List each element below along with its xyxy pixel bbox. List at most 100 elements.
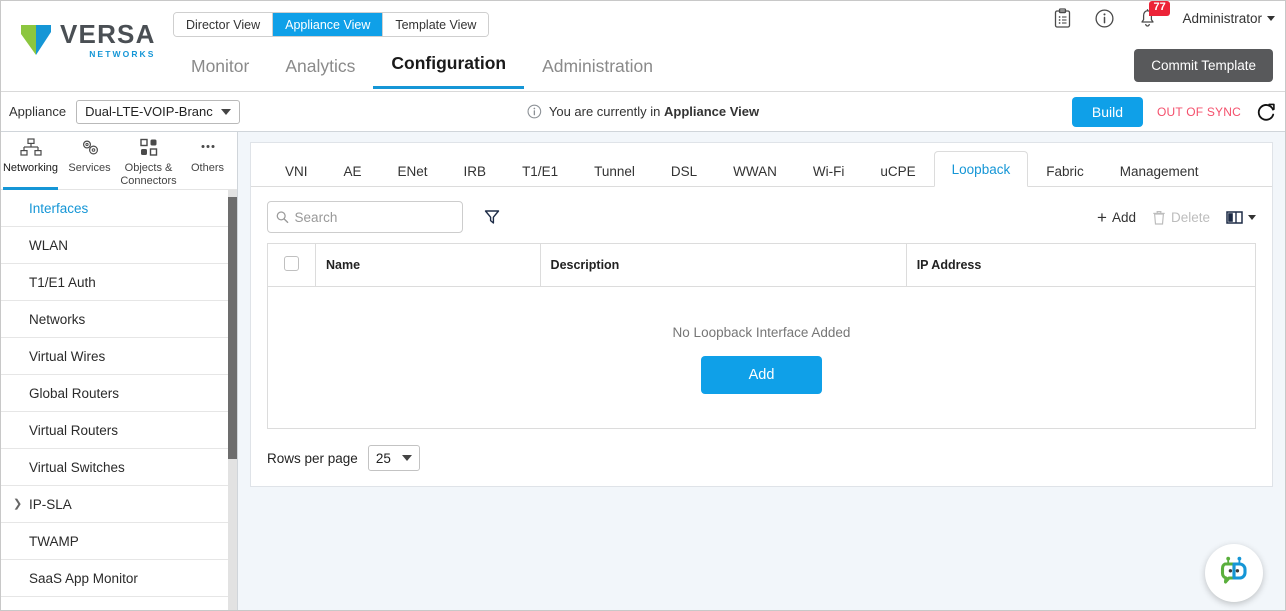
tab-vni[interactable]: VNI bbox=[267, 154, 326, 187]
column-header-ip-address[interactable]: IP Address bbox=[906, 243, 1256, 287]
delete-button[interactable]: Delete bbox=[1152, 210, 1210, 225]
trash-icon bbox=[1153, 210, 1165, 225]
left-sidebar: Networking Services Objects & Connectors… bbox=[1, 132, 238, 610]
sidebar-item-label: Interfaces bbox=[29, 200, 89, 216]
tab-ucpe[interactable]: uCPE bbox=[862, 154, 933, 187]
nav-analytics[interactable]: Analytics bbox=[267, 56, 373, 89]
tab-fabric[interactable]: Fabric bbox=[1028, 154, 1102, 187]
search-box[interactable] bbox=[267, 201, 463, 233]
column-header-name[interactable]: Name bbox=[315, 243, 541, 287]
network-topology-icon bbox=[19, 138, 42, 156]
tab-ae[interactable]: AE bbox=[326, 154, 380, 187]
sidebar-item-networks[interactable]: Networks bbox=[1, 301, 237, 338]
rows-per-page-select[interactable]: 25 bbox=[367, 445, 420, 471]
sidebar-item-global-routers[interactable]: Global Routers bbox=[1, 375, 237, 412]
user-menu-label: Administrator bbox=[1182, 10, 1262, 26]
logo-subtext: NETWORKS bbox=[89, 49, 156, 59]
appliance-label: Appliance bbox=[9, 104, 67, 119]
chatbot-launcher[interactable] bbox=[1205, 544, 1263, 602]
versa-director-app: VERSA NETWORKS Director View Appliance V… bbox=[0, 0, 1286, 611]
sidebar-nav-list: Interfaces WLAN T1/E1 Auth Networks Virt… bbox=[1, 190, 237, 610]
tab-tunnel[interactable]: Tunnel bbox=[576, 154, 653, 187]
filter-funnel-icon[interactable] bbox=[483, 208, 501, 226]
rows-per-page-label: Rows per page bbox=[267, 450, 358, 466]
sidebar-item-t1e1-auth[interactable]: T1/E1 Auth bbox=[1, 264, 237, 301]
delete-button-label: Delete bbox=[1170, 209, 1210, 225]
sidebar-item-ip-sla[interactable]: ❯ IP-SLA bbox=[1, 486, 237, 523]
table-wrapper: Name Description IP Address No Loopback … bbox=[251, 243, 1272, 429]
sidebar-item-interfaces[interactable]: Interfaces bbox=[1, 190, 237, 227]
tab-t1e1[interactable]: T1/E1 bbox=[504, 154, 576, 187]
plus-icon: + bbox=[1097, 207, 1107, 227]
appliance-select[interactable]: Dual-LTE-VOIP-Branc bbox=[76, 99, 240, 124]
search-icon bbox=[276, 211, 289, 224]
sidebar-item-label: Global Routers bbox=[29, 385, 120, 401]
sidebar-item-label: Networks bbox=[29, 311, 86, 327]
empty-state: No Loopback Interface Added Add bbox=[268, 287, 1256, 429]
sidebar-item-virtual-wires[interactable]: Virtual Wires bbox=[1, 338, 237, 375]
commit-template-button[interactable]: Commit Template bbox=[1134, 49, 1273, 82]
tab-irb[interactable]: IRB bbox=[446, 154, 505, 187]
table-toolbar: + Add Delete bbox=[251, 187, 1272, 243]
column-header-description[interactable]: Description bbox=[540, 243, 907, 287]
sidebar-item-wlan[interactable]: WLAN bbox=[1, 227, 237, 264]
interface-tabs: VNI AE ENet IRB T1/E1 Tunnel DSL WWAN Wi… bbox=[251, 143, 1272, 187]
table-pager: Rows per page 25 bbox=[251, 429, 1272, 486]
sidebar-item-label: SaaS App Monitor bbox=[29, 570, 138, 586]
view-toggle-director[interactable]: Director View bbox=[174, 13, 274, 36]
sidebar-scrollbar[interactable] bbox=[228, 190, 237, 610]
sidebar-item-label: Virtual Switches bbox=[29, 459, 125, 475]
sidebar-category-label: Others bbox=[190, 162, 224, 174]
versa-logo-mark bbox=[21, 24, 51, 55]
bell-icon[interactable]: 77 bbox=[1137, 1, 1170, 29]
sidebar-category-label: Networking bbox=[2, 162, 59, 174]
search-input[interactable] bbox=[294, 209, 454, 225]
nav-monitor[interactable]: Monitor bbox=[173, 56, 267, 89]
sidebar-category-label: Objects & Connectors bbox=[120, 162, 177, 187]
clipboard-icon[interactable] bbox=[1053, 7, 1072, 29]
sidebar-category-row: Networking Services Objects & Connectors… bbox=[1, 132, 237, 190]
gears-icon bbox=[82, 140, 98, 155]
chatbot-robot-icon bbox=[1220, 556, 1247, 584]
view-notice-prefix: You are currently in bbox=[548, 104, 664, 119]
sidebar-category-networking[interactable]: Networking bbox=[1, 132, 60, 190]
tab-management[interactable]: Management bbox=[1102, 154, 1217, 187]
select-all-header bbox=[267, 243, 316, 287]
table-head: Name Description IP Address bbox=[267, 243, 1256, 287]
tab-enet[interactable]: ENet bbox=[380, 154, 446, 187]
nav-configuration[interactable]: Configuration bbox=[373, 53, 525, 89]
view-toggle-template[interactable]: Template View bbox=[383, 13, 489, 36]
main-navigation: Monitor Analytics Configuration Administ… bbox=[173, 53, 671, 89]
tab-loopback[interactable]: Loopback bbox=[933, 151, 1029, 187]
view-toggle-appliance[interactable]: Appliance View bbox=[273, 13, 384, 36]
sidebar-scrollbar-thumb[interactable] bbox=[228, 197, 237, 459]
column-chooser-icon[interactable] bbox=[1226, 210, 1256, 225]
chevron-right-icon[interactable]: ❯ bbox=[13, 498, 22, 510]
tab-dsl[interactable]: DSL bbox=[653, 154, 715, 187]
tab-wwan[interactable]: WWAN bbox=[715, 154, 795, 187]
tab-wifi[interactable]: Wi-Fi bbox=[795, 154, 862, 187]
nav-administration[interactable]: Administration bbox=[524, 56, 671, 89]
chevron-down-icon bbox=[401, 455, 412, 461]
sidebar-item-twamp[interactable]: TWAMP bbox=[1, 523, 237, 560]
sidebar-item-label: WLAN bbox=[29, 237, 69, 253]
sidebar-category-others[interactable]: Others bbox=[178, 132, 237, 189]
chevron-down-icon bbox=[1267, 15, 1275, 21]
info-icon[interactable] bbox=[1094, 8, 1115, 29]
view-toggle-group[interactable]: Director View Appliance View Template Vi… bbox=[173, 12, 490, 37]
refresh-icon[interactable] bbox=[1255, 101, 1277, 123]
sidebar-category-services[interactable]: Services bbox=[60, 132, 119, 189]
add-button[interactable]: + Add bbox=[1097, 209, 1136, 226]
sidebar-item-saas-app-monitor[interactable]: SaaS App Monitor bbox=[1, 560, 237, 597]
sidebar-category-objects-connectors[interactable]: Objects & Connectors bbox=[119, 132, 178, 189]
sidebar-item-virtual-routers[interactable]: Virtual Routers bbox=[1, 412, 237, 449]
user-menu[interactable]: Administrator bbox=[1182, 11, 1275, 26]
select-all-checkbox[interactable] bbox=[284, 256, 299, 271]
sidebar-item-virtual-switches[interactable]: Virtual Switches bbox=[1, 449, 237, 486]
build-button[interactable]: Build bbox=[1071, 96, 1143, 127]
sidebar-item-partial[interactable] bbox=[1, 597, 237, 610]
empty-state-message: No Loopback Interface Added bbox=[672, 325, 851, 340]
versa-logo[interactable]: VERSA NETWORKS bbox=[19, 21, 156, 59]
appliance-bar: Appliance Dual-LTE-VOIP-Branc You are cu… bbox=[1, 92, 1285, 132]
empty-state-add-button[interactable]: Add bbox=[700, 356, 823, 394]
